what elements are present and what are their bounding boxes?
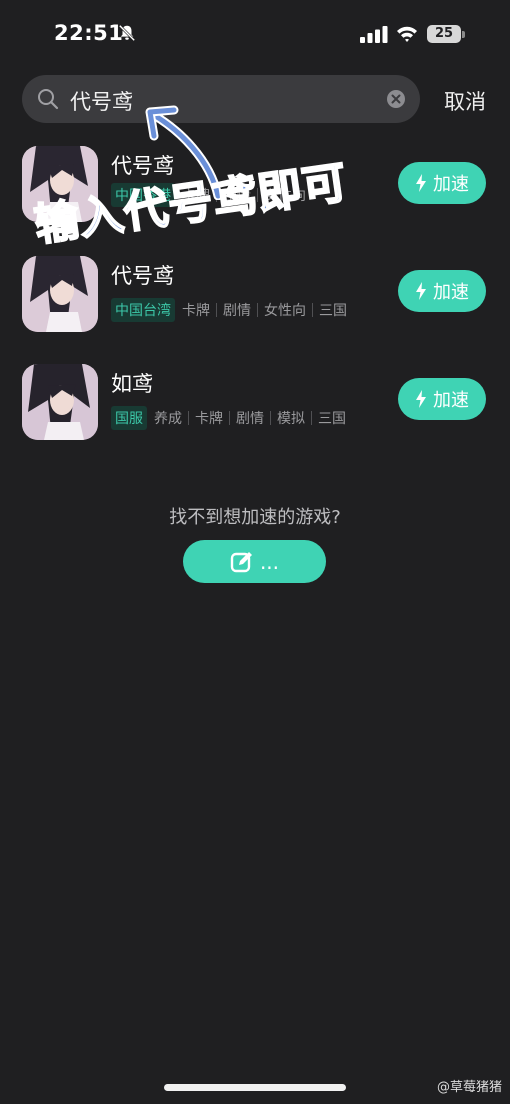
game-name: 如鸢	[111, 372, 153, 396]
tag-divider	[312, 303, 313, 317]
game-tags: 中国台湾 卡牌 剧情 女性向 三国	[111, 298, 347, 322]
genre-tag: 剧情	[223, 303, 251, 319]
feedback-button[interactable]: ...	[183, 540, 326, 583]
battery-icon: 25	[427, 25, 461, 43]
game-icon	[22, 256, 98, 332]
cancel-button[interactable]: 取消	[444, 86, 486, 116]
status-bar: 22:51 25	[0, 0, 510, 70]
region-tag: 中国台湾	[111, 298, 175, 322]
tag-divider	[188, 411, 189, 425]
genre-tag: 剧情	[236, 411, 264, 427]
lightning-icon	[416, 390, 426, 408]
game-name: 代号鸢	[111, 264, 174, 288]
accelerate-label: 加速	[433, 282, 469, 303]
clear-icon[interactable]	[386, 89, 406, 109]
clock: 22:51	[54, 21, 124, 45]
tag-divider	[216, 303, 217, 317]
search-input[interactable]: 代号鸢	[70, 86, 133, 116]
genre-tag: 养成	[154, 411, 182, 427]
accelerate-button[interactable]: 加速	[398, 270, 486, 312]
home-indicator[interactable]	[164, 1084, 346, 1091]
tag-divider	[270, 411, 271, 425]
tag-divider	[229, 411, 230, 425]
watermark: @草莓猪猪	[436, 1080, 502, 1095]
lightning-icon	[416, 282, 426, 300]
app-screen: 22:51 25 代号鸢 取消 代号鸢 中国香港 卡牌 剧情 女性向 加速 代号…	[0, 0, 510, 1104]
search-icon	[38, 89, 59, 110]
wifi-icon	[397, 26, 417, 42]
edit-icon	[230, 551, 252, 572]
genre-tag: 三国	[318, 411, 346, 427]
game-art	[22, 256, 98, 332]
bell-muted-icon	[118, 24, 136, 42]
genre-tag: 卡牌	[182, 303, 210, 319]
region-tag: 国服	[111, 406, 147, 430]
game-result-row[interactable]: 如鸢 国服 养成 卡牌 剧情 模拟 三国 加速	[0, 364, 510, 444]
accelerate-label: 加速	[433, 174, 469, 195]
game-result-row[interactable]: 代号鸢 中国台湾 卡牌 剧情 女性向 三国 加速	[0, 256, 510, 336]
cellular-signal-icon	[360, 26, 388, 43]
tag-divider	[311, 411, 312, 425]
genre-tag: 卡牌	[195, 411, 223, 427]
accelerate-label: 加速	[433, 390, 469, 411]
game-tags: 国服 养成 卡牌 剧情 模拟 三国	[111, 406, 346, 430]
genre-tag: 三国	[319, 303, 347, 319]
genre-tag: 模拟	[277, 411, 305, 427]
not-found-text: 找不到想加速的游戏?	[169, 507, 341, 528]
accelerate-button[interactable]: 加速	[398, 378, 486, 420]
genre-tag: 女性向	[264, 303, 306, 319]
game-icon	[22, 364, 98, 440]
game-art	[22, 364, 98, 440]
tag-divider	[257, 303, 258, 317]
feedback-label: ...	[259, 549, 280, 574]
accelerate-button[interactable]: 加速	[398, 162, 486, 204]
lightning-icon	[416, 174, 426, 192]
battery-nub	[462, 31, 465, 38]
